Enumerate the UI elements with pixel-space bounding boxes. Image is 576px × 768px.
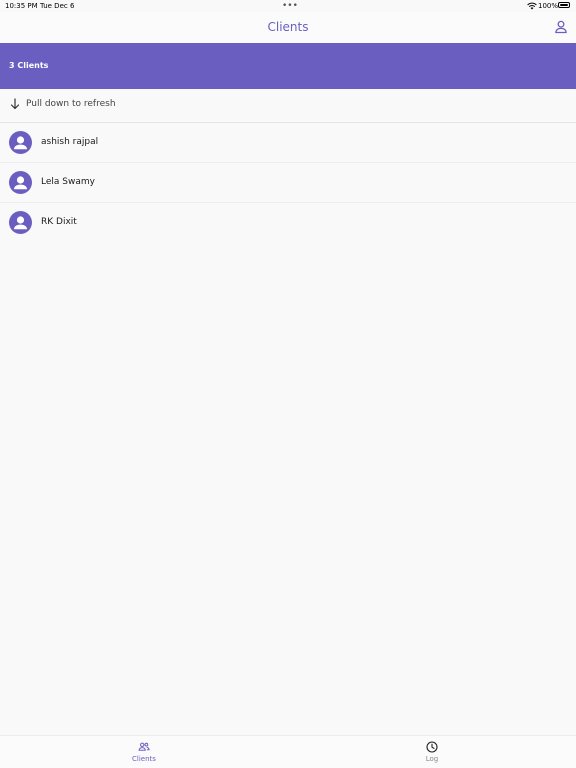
avatar <box>9 211 32 234</box>
status-bar: 10:35 PM Tue Dec 6 ••• 100% <box>0 0 576 12</box>
tab-clients[interactable]: Clients <box>104 736 184 768</box>
arrow-down-icon <box>10 98 20 110</box>
clock-icon <box>426 741 438 753</box>
pull-to-refresh[interactable]: Pull down to refresh <box>0 89 576 123</box>
client-count-banner: 3 Clients <box>0 43 576 89</box>
clients-icon <box>138 742 150 751</box>
client-name: RK Dixit <box>41 217 77 227</box>
wifi-icon <box>527 2 537 10</box>
battery-percent: 100% <box>538 2 559 10</box>
profile-icon[interactable] <box>553 19 569 35</box>
tab-log[interactable]: Log <box>392 736 472 768</box>
client-row[interactable]: RK Dixit <box>0 203 576 243</box>
client-list: ashish rajpal Lela Swamy RK Dixit <box>0 123 576 243</box>
client-count: 3 Clients <box>9 61 49 70</box>
tab-clients-label: Clients <box>132 755 156 763</box>
person-icon <box>13 136 28 150</box>
multitasking-dots-icon[interactable]: ••• <box>282 1 298 11</box>
status-date: Tue Dec 6 <box>40 2 75 10</box>
client-row[interactable]: Lela Swamy <box>0 163 576 203</box>
client-name: Lela Swamy <box>41 177 95 187</box>
pull-to-refresh-label: Pull down to refresh <box>26 99 116 109</box>
battery-icon <box>558 2 570 8</box>
avatar <box>9 131 32 154</box>
client-row[interactable]: ashish rajpal <box>0 123 576 163</box>
tab-bar: Clients Log <box>0 735 576 768</box>
navigation-bar: Clients <box>0 12 576 43</box>
tab-log-label: Log <box>425 755 439 763</box>
person-icon <box>13 216 28 230</box>
avatar <box>9 171 32 194</box>
client-name: ashish rajpal <box>41 137 99 147</box>
status-time: 10:35 PM <box>5 2 38 10</box>
page-title: Clients <box>267 20 309 34</box>
person-icon <box>13 176 28 190</box>
